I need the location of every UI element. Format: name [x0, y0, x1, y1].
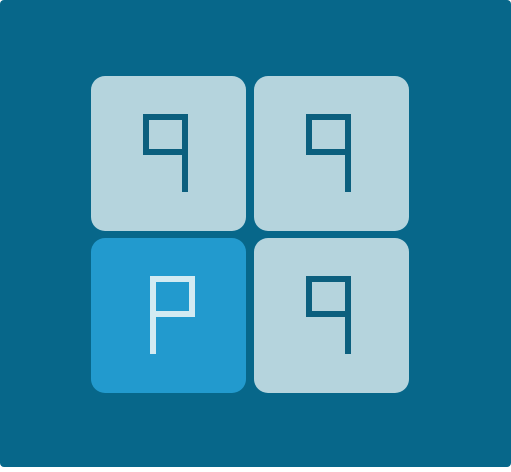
p-glyph-icon [148, 274, 204, 358]
q-glyph-icon [141, 112, 197, 196]
tile-top-right[interactable] [254, 76, 409, 231]
game-board [0, 0, 511, 467]
tile-grid [91, 76, 410, 393]
tile-bottom-left[interactable] [91, 238, 246, 393]
tile-bottom-right[interactable] [254, 238, 409, 393]
q-glyph-icon [304, 112, 360, 196]
tile-top-left[interactable] [91, 76, 246, 231]
q-glyph-icon [304, 274, 360, 358]
